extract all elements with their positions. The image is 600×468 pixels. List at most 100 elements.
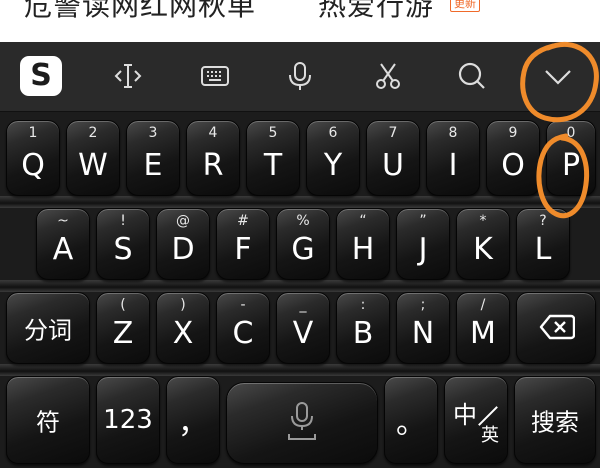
keyboard-icon[interactable] <box>193 54 237 98</box>
symbols-key[interactable]: 符 <box>6 376 90 464</box>
key-sub-label: ~ <box>57 213 69 229</box>
language-en-label: 英 <box>481 425 499 446</box>
key-o[interactable]: 9O <box>486 120 540 196</box>
key-label: K <box>473 232 493 267</box>
key-sub-label: : <box>360 297 366 313</box>
key-sub-label: ? <box>539 213 547 229</box>
key-r[interactable]: 4R <box>186 120 240 196</box>
key-c[interactable]: -C <box>216 292 270 364</box>
key-label: W <box>78 148 108 183</box>
key-e[interactable]: 3E <box>126 120 180 196</box>
key-sub-label: _ <box>299 297 307 313</box>
key-v[interactable]: _ V <box>276 292 330 364</box>
key-sub-label: 1 <box>28 125 38 141</box>
row-separator <box>0 196 600 208</box>
segment-key[interactable]: 分词 <box>6 292 90 364</box>
key-u[interactable]: 7U <box>366 120 420 196</box>
key-m[interactable]: / M <box>456 292 510 364</box>
background-title-left: 危警读网红网秋单 <box>24 0 257 22</box>
key-label: E <box>143 148 163 183</box>
key-h[interactable]: “H <box>336 208 390 280</box>
search-icon[interactable] <box>450 54 494 98</box>
key-label: I <box>448 148 458 183</box>
key-label: Z <box>112 316 134 351</box>
key-f[interactable]: # F <box>216 208 270 280</box>
key-sub-label: - <box>240 297 246 313</box>
key-label: 123 <box>103 405 153 435</box>
key-label: A <box>52 232 74 267</box>
key-label: 符 <box>36 408 60 437</box>
key-k[interactable]: * K <box>456 208 510 280</box>
language-zh-label: 中 <box>453 401 477 429</box>
language-switch-key[interactable]: 中 英 <box>444 376 508 464</box>
key-sub-label: 3 <box>148 125 158 141</box>
key-a[interactable]: ~ A <box>36 208 90 280</box>
key-i[interactable]: 8I <box>426 120 480 196</box>
key-p[interactable]: 0P <box>546 120 596 196</box>
key-sub-label: ; <box>420 297 426 313</box>
key-sub-label: “ <box>359 213 367 229</box>
key-label: X <box>172 316 194 351</box>
key-sub-label: 0 <box>566 125 576 141</box>
background-title-right: 热爱行游 <box>318 0 435 22</box>
key-label: Y <box>323 148 343 183</box>
key-label: P <box>561 148 581 183</box>
update-badge: 更新 <box>450 0 480 12</box>
key-b[interactable]: :B <box>336 292 390 364</box>
key-q[interactable]: 1Q <box>6 120 60 196</box>
key-z[interactable]: (Z <box>96 292 150 364</box>
background-app-strip: 危警读网红网秋单 热爱行游 更新 <box>0 0 600 42</box>
key-label: C <box>232 316 254 351</box>
numbers-key[interactable]: 123 <box>96 376 160 464</box>
row-separator <box>0 364 600 376</box>
key-j[interactable]: ” J <box>396 208 450 280</box>
key-sub-label: 2 <box>88 125 98 141</box>
key-sub-label: 6 <box>328 125 338 141</box>
key-x[interactable]: ) X <box>156 292 210 364</box>
key-label: U <box>382 148 404 183</box>
key-label: J <box>418 232 428 267</box>
key-w[interactable]: 2W <box>66 120 120 196</box>
key-sub-label: ” <box>419 213 427 229</box>
key-label: D <box>171 232 195 267</box>
key-sub-label: 9 <box>508 125 518 141</box>
key-label: G <box>291 232 315 267</box>
key-label: M <box>470 316 496 351</box>
key-s[interactable]: ! S <box>96 208 150 280</box>
key-label: F <box>234 232 252 267</box>
comma-key[interactable]: ， <box>166 376 220 464</box>
sogou-logo-button[interactable]: S <box>20 56 62 96</box>
key-label: S <box>113 232 133 267</box>
period-key[interactable]: 。 <box>384 376 438 464</box>
key-sub-label: @ <box>176 213 190 229</box>
key-sub-label: / <box>480 297 486 313</box>
key-y[interactable]: 6Y <box>306 120 360 196</box>
key-sub-label: 8 <box>448 125 458 141</box>
key-label: B <box>352 316 374 351</box>
space-key[interactable] <box>226 382 378 464</box>
key-l[interactable]: ? L <box>516 208 570 280</box>
key-sub-label: 5 <box>268 125 278 141</box>
key-sub-label: ) <box>180 297 186 313</box>
row-separator <box>0 280 600 292</box>
key-sub-label: 7 <box>388 125 398 141</box>
chevron-down-icon[interactable] <box>536 54 580 98</box>
key-label: 搜索 <box>531 408 579 437</box>
key-t[interactable]: 5T <box>246 120 300 196</box>
cursor-icon[interactable] <box>106 54 150 98</box>
microphone-icon[interactable] <box>278 54 322 98</box>
backspace-icon <box>539 313 576 346</box>
key-sub-label: 4 <box>208 125 218 141</box>
key-g[interactable]: % G <box>276 208 330 280</box>
scissors-icon[interactable] <box>366 54 410 98</box>
search-key[interactable]: 搜索 <box>514 376 596 464</box>
keyboard: S 1Q 2W 3E 4R 5T 6Y 7U 8I 9O 0P ~ A ! S @ D… <box>0 42 600 468</box>
keyboard-toolbar: S <box>0 42 600 112</box>
key-n[interactable]: ; N <box>396 292 450 364</box>
key-sub-label: * <box>479 213 487 229</box>
key-d[interactable]: @ D <box>156 208 210 280</box>
backspace-key[interactable] <box>516 292 596 364</box>
key-sub-label: ! <box>120 213 126 229</box>
key-label: N <box>411 316 435 351</box>
key-label: Q <box>21 148 45 183</box>
